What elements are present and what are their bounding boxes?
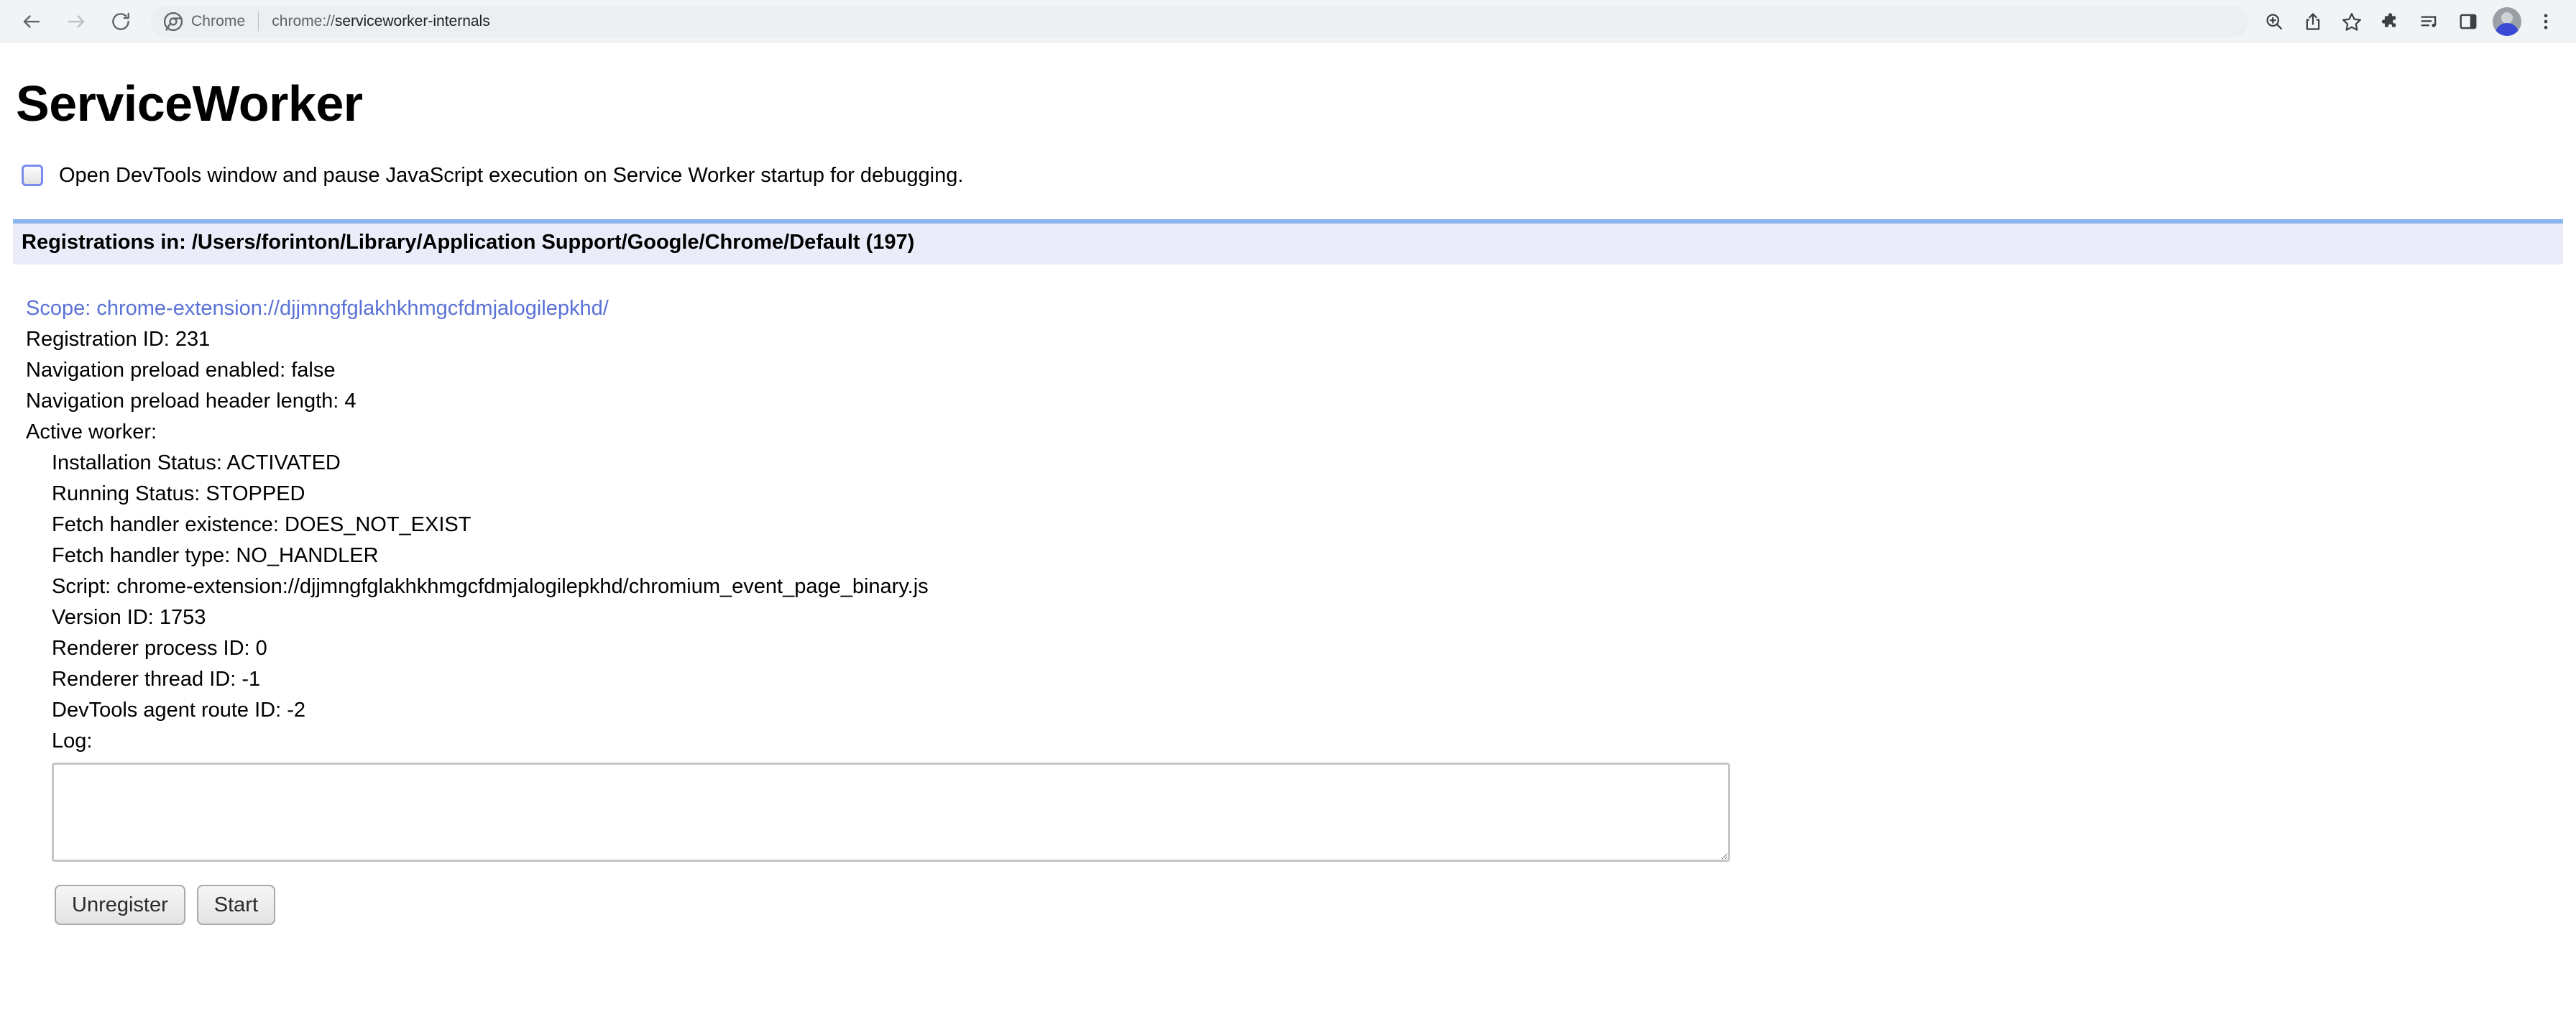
unregister-button[interactable]: Unregister xyxy=(55,884,185,926)
registration-id-line: Registration ID: 231 xyxy=(26,327,211,351)
page-title: ServiceWorker xyxy=(16,75,363,132)
start-button[interactable]: Start xyxy=(196,884,276,926)
omnibox-chip-label: Chrome xyxy=(191,13,246,29)
active-worker-label: Active worker: xyxy=(26,420,157,443)
script-line: Script: chrome-extension://djjmngfglakhk… xyxy=(52,574,929,598)
side-panel-icon xyxy=(2458,12,2478,32)
log-textarea[interactable] xyxy=(52,762,1730,862)
share-icon xyxy=(2303,12,2323,32)
renderer-thread-id-line: Renderer thread ID: -1 xyxy=(52,667,261,691)
profile-button[interactable] xyxy=(2488,3,2526,40)
navigation-preload-enabled-line: Navigation preload enabled: false xyxy=(26,358,336,382)
open-devtools-checkbox[interactable] xyxy=(22,165,43,186)
running-status-line: Running Status: STOPPED xyxy=(52,482,305,505)
side-panel-button[interactable] xyxy=(2450,3,2487,40)
chrome-menu-button[interactable] xyxy=(2527,3,2564,40)
scope-link[interactable]: Scope: chrome-extension://djjmngfglakhkh… xyxy=(26,293,2576,324)
omnibox-url-text: chrome://serviceworker-internals xyxy=(272,13,2235,30)
media-playlist-icon xyxy=(2419,12,2439,32)
fetch-handler-existence-line: Fetch handler existence: DOES_NOT_EXIST xyxy=(52,512,472,536)
avatar xyxy=(2493,7,2521,36)
forward-button[interactable] xyxy=(56,1,96,42)
toolbar-actions xyxy=(2255,3,2564,40)
version-id-line: Version ID: 1753 xyxy=(52,605,206,629)
share-button[interactable] xyxy=(2294,3,2332,40)
bookmark-star-icon xyxy=(2342,12,2362,32)
bookmark-star-button[interactable] xyxy=(2333,3,2370,40)
url-scheme: chrome:// xyxy=(272,13,335,29)
chrome-logo-icon xyxy=(163,12,183,32)
renderer-process-id-line: Renderer process ID: 0 xyxy=(52,636,267,660)
extensions-button[interactable] xyxy=(2372,3,2409,40)
media-controls-button[interactable] xyxy=(2411,3,2448,40)
browser-toolbar: Chrome chrome://serviceworker-internals xyxy=(0,0,2576,43)
reload-button[interactable] xyxy=(101,1,141,42)
serviceworker-internals-page: ServiceWorker Open DevTools window and p… xyxy=(0,75,2576,926)
log-label: Log: xyxy=(52,729,93,753)
avatar-head xyxy=(2501,12,2513,24)
open-devtools-label: Open DevTools window and pause JavaScrip… xyxy=(59,163,964,187)
fetch-handler-type-line: Fetch handler type: NO_HANDLER xyxy=(52,543,379,567)
extensions-puzzle-icon xyxy=(2380,12,2401,32)
zoom-in-icon xyxy=(2264,12,2284,32)
three-dot-menu-icon xyxy=(2536,12,2556,32)
url-path: serviceworker-internals xyxy=(334,13,490,29)
address-bar[interactable]: Chrome chrome://serviceworker-internals xyxy=(151,6,2248,37)
registration-actions: Unregister Start xyxy=(55,884,2576,926)
omnibox-divider xyxy=(258,12,259,31)
navigation-preload-header-length-line: Navigation preload header length: 4 xyxy=(26,389,356,413)
registrations-header: Registrations in: /Users/forinton/Librar… xyxy=(13,218,2563,264)
zoom-in-button[interactable] xyxy=(2255,3,2293,40)
reload-icon xyxy=(110,11,132,32)
devtools-option-row: Open DevTools window and pause JavaScrip… xyxy=(22,164,2576,188)
installation-status-line: Installation Status: ACTIVATED xyxy=(52,451,341,474)
arrow-left-icon xyxy=(21,11,42,32)
arrow-right-icon xyxy=(65,11,87,32)
registrations-header-text: Registrations in: /Users/forinton/Librar… xyxy=(22,230,915,254)
avatar-body xyxy=(2495,23,2519,36)
devtools-agent-route-id-line: DevTools agent route ID: -2 xyxy=(52,698,306,722)
back-button[interactable] xyxy=(12,1,52,42)
registration-entry: Scope: chrome-extension://djjmngfglakhkh… xyxy=(26,293,2576,926)
navigation-buttons xyxy=(12,1,141,42)
